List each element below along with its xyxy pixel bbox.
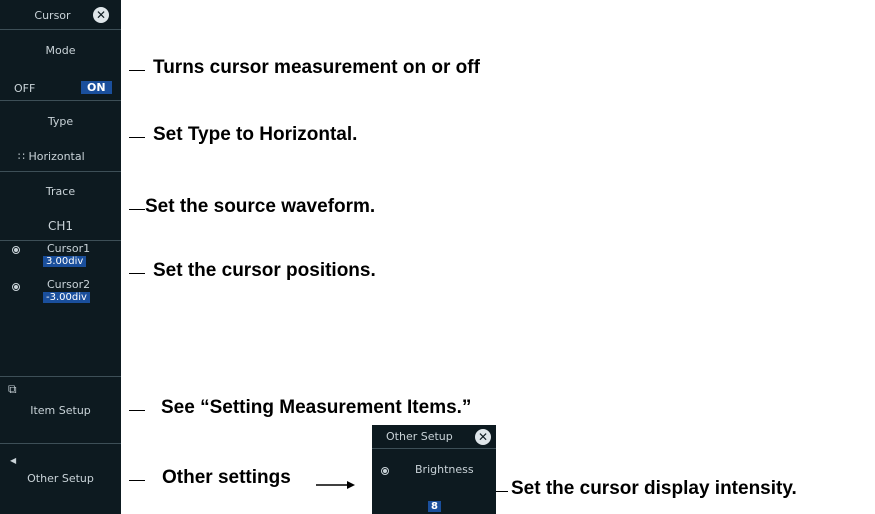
cursor2-value[interactable]: -3.00div [43, 292, 90, 303]
callout-line [129, 209, 145, 210]
cursor1-value[interactable]: 3.00div [43, 256, 87, 267]
callout-line [129, 273, 145, 274]
cursor1-label: Cursor1 [47, 242, 91, 255]
callout-line [129, 480, 145, 481]
close-icon[interactable]: ✕ [93, 7, 109, 23]
other-setup-label: Other Setup [27, 472, 94, 485]
item-setup-icon: ⧉ [8, 382, 17, 396]
mode-off-option[interactable]: OFF [14, 82, 35, 95]
menu-title: Cursor [34, 9, 71, 22]
cursor2-label: Cursor2 [47, 278, 91, 291]
callout-line [496, 491, 508, 492]
brightness-label: Brightness [415, 463, 474, 476]
item-setup-label: Item Setup [30, 404, 91, 417]
cursor-menu: Cursor ✕ Mode OFF ON Type ∷ Horizontal T… [0, 0, 121, 514]
callout-cursor: Set the cursor positions. [153, 260, 376, 281]
type-label: Type [47, 115, 74, 128]
callout-type: Set Type to Horizontal. [153, 124, 358, 145]
other-setup-submenu: Other Setup ✕ Brightness 8 [372, 425, 496, 514]
callout-line [129, 70, 145, 71]
brightness-value[interactable]: 8 [428, 501, 441, 512]
callout-trace: Set the source waveform. [145, 196, 376, 217]
close-icon[interactable]: ✕ [475, 429, 491, 445]
callout-line [129, 410, 145, 411]
callout-line [129, 137, 145, 138]
type-value: Horizontal [28, 150, 85, 163]
radio-icon [12, 246, 20, 254]
mode-on-option[interactable]: ON [81, 81, 112, 94]
horizontal-cursor-icon: ∷ [18, 150, 29, 163]
callout-brightness: Set the cursor display intensity. [511, 478, 797, 499]
trace-value: CH1 [47, 219, 74, 233]
radio-icon [12, 283, 20, 291]
callout-other-setup: Other settings [162, 467, 291, 488]
submenu-title: Other Setup [386, 430, 453, 443]
chevron-left-icon: ◀ [10, 456, 17, 465]
radio-icon [381, 467, 389, 475]
mode-label: Mode [45, 44, 76, 57]
callout-mode: Turns cursor measurement on or off [153, 57, 480, 78]
callout-item-setup: See “Setting Measurement Items.” [161, 397, 472, 418]
arrow-right-icon [316, 481, 355, 489]
trace-label: Trace [45, 185, 76, 198]
